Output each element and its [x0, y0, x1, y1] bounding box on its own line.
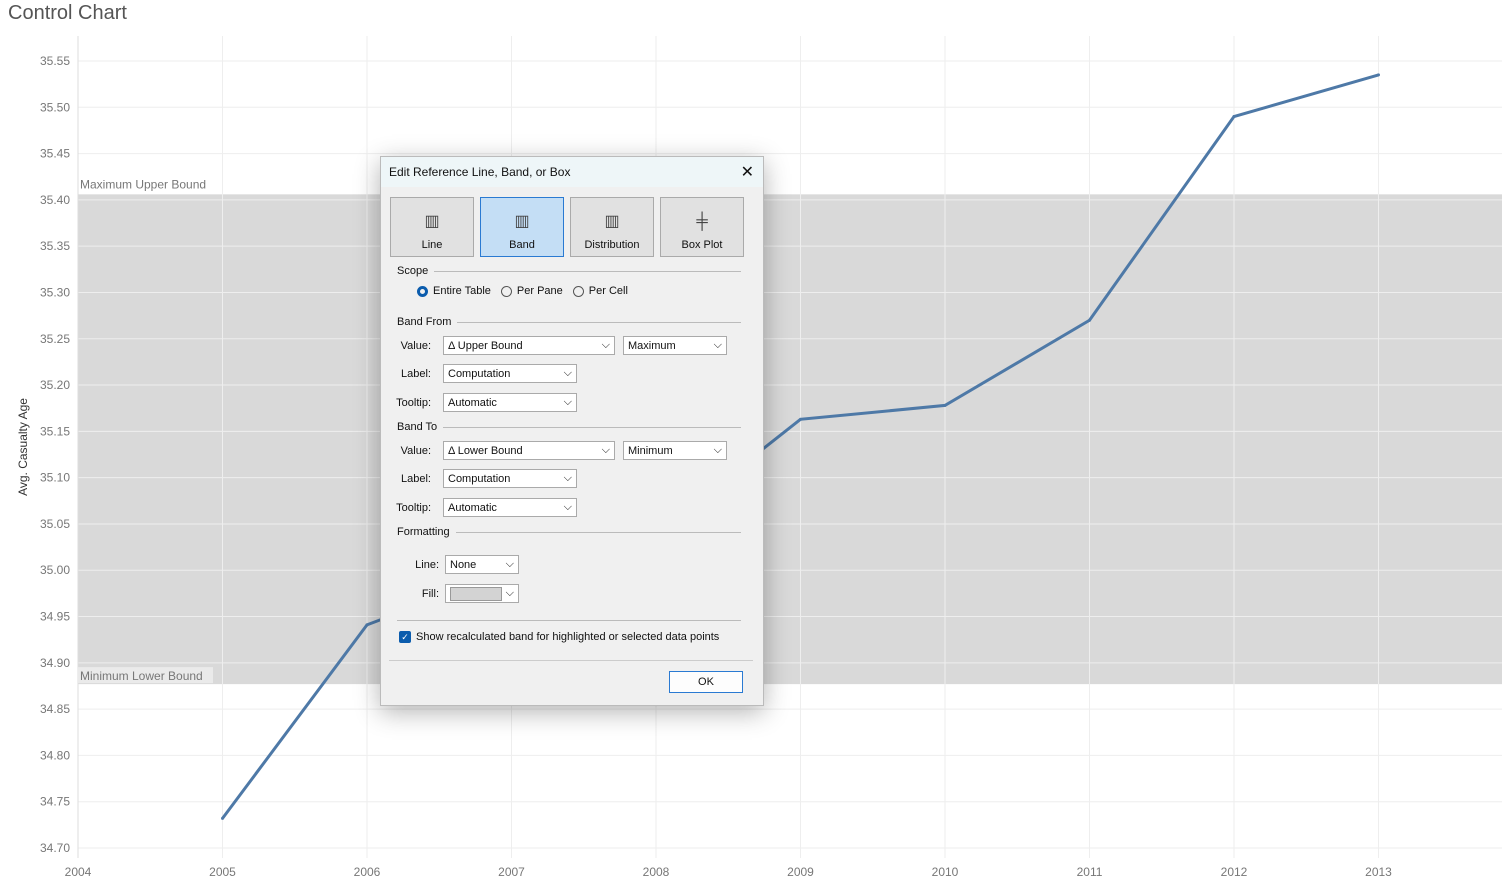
radio-label: Per Cell [588, 285, 628, 297]
recalc-checkbox[interactable]: ✓ Show recalculated band for highlighted … [399, 631, 719, 643]
from-tooltip-select[interactable]: Automatic ⌵ [443, 393, 577, 412]
label-label: Label: [401, 367, 431, 380]
fill-label: Fill: [421, 587, 439, 600]
type-label: Band [509, 239, 535, 251]
x-tick-label: 2010 [932, 865, 959, 879]
band-lower-label: Minimum Lower Bound [80, 669, 203, 683]
data-point [365, 623, 369, 627]
y-tick-label: 34.70 [40, 841, 70, 855]
radio-label: Per Pane [516, 285, 563, 297]
from-value: Upper Bound [457, 339, 523, 352]
data-point [221, 816, 224, 820]
band-icon: ▥ [514, 213, 530, 230]
tooltip-label: Tooltip: [396, 501, 431, 514]
boxplot-icon: ╪ [696, 213, 708, 230]
x-tick-label: 2004 [65, 865, 92, 879]
checkbox-label: Show recalculated band for highlighted o… [416, 631, 720, 643]
y-tick-label: 35.15 [40, 424, 70, 438]
from-tooltip: Automatic [448, 396, 497, 409]
to-agg: Minimum [628, 444, 673, 457]
line-value: None [450, 558, 477, 571]
type-boxplot-button[interactable]: ╪ Box Plot [660, 197, 744, 257]
x-tick-label: 2012 [1221, 865, 1248, 879]
to-aggregation-select[interactable]: Minimum ⌵ [623, 441, 727, 460]
scope-per-cell[interactable]: Per Cell [572, 285, 628, 297]
type-label: Distribution [584, 239, 640, 251]
type-line-button[interactable]: ▥ Line [390, 197, 474, 257]
line-style-select[interactable]: None ⌵ [445, 555, 519, 574]
type-distribution-button[interactable]: ▥ Distribution [570, 197, 654, 257]
scope-section: Scope [397, 265, 741, 277]
to-tooltip-select[interactable]: Automatic ⌵ [443, 498, 577, 517]
scope-entire-table[interactable]: Entire Table [417, 285, 491, 297]
band-from-label: Band From [397, 316, 452, 328]
ok-button[interactable]: OK [669, 671, 743, 693]
y-tick-label: 35.25 [40, 332, 70, 346]
y-tick-label: 34.75 [40, 795, 70, 809]
y-tick-label: 35.30 [40, 285, 70, 299]
data-point [1377, 73, 1380, 77]
y-tick-label: 35.10 [40, 471, 70, 485]
from-value-select[interactable]: Δ Upper Bound ⌵ [443, 336, 615, 355]
value-label: Value: [400, 339, 431, 352]
value-label: Value: [400, 444, 431, 457]
distribution-icon: ▥ [604, 213, 620, 230]
from-agg: Maximum [628, 339, 676, 352]
x-tick-label: 2008 [643, 865, 670, 879]
edit-reference-dialog: Edit Reference Line, Band, or Box ✕ ▥ Lin… [380, 156, 764, 706]
x-tick-label: 2011 [1077, 865, 1103, 879]
x-tick-label: 2007 [498, 865, 525, 879]
data-point [943, 403, 947, 407]
tooltip-label: Tooltip: [396, 396, 431, 409]
y-tick-label: 35.40 [40, 193, 70, 207]
formatting-label: Formatting [397, 526, 450, 538]
type-label: Box Plot [681, 239, 723, 251]
to-tooltip: Automatic [448, 501, 497, 514]
to-label-select[interactable]: Computation ⌵ [443, 469, 577, 488]
x-tick-label: 2005 [209, 865, 236, 879]
y-tick-label: 34.95 [40, 610, 70, 624]
dialog-title: Edit Reference Line, Band, or Box [381, 157, 763, 187]
x-tick-label: 2013 [1365, 865, 1392, 879]
label-label: Label: [401, 472, 431, 485]
type-band-button[interactable]: ▥ Band [480, 197, 564, 257]
y-tick-label: 35.45 [40, 147, 70, 161]
y-tick-label: 34.85 [40, 702, 70, 716]
from-aggregation-select[interactable]: Maximum ⌵ [623, 336, 727, 355]
scope-per-pane[interactable]: Per Pane [500, 285, 563, 297]
check-icon: ✓ [399, 631, 411, 643]
type-label: Line [421, 239, 443, 251]
close-icon[interactable]: ✕ [741, 162, 754, 182]
band-upper-label: Maximum Upper Bound [80, 177, 206, 191]
line-icon: ▥ [424, 213, 440, 230]
y-tick-label: 34.90 [40, 656, 70, 670]
y-tick-label: 34.80 [40, 748, 70, 762]
fill-color-select[interactable]: ⌵ [445, 584, 519, 603]
y-tick-label: 35.05 [40, 517, 70, 531]
to-value: Lower Bound [457, 444, 523, 457]
to-value-select[interactable]: Δ Lower Bound ⌵ [443, 441, 615, 460]
y-tick-label: 35.35 [40, 239, 70, 253]
y-tick-label: 35.20 [40, 378, 70, 392]
y-tick-label: 35.00 [40, 563, 70, 577]
y-axis-title: Avg. Casualty Age [16, 398, 30, 496]
scope-label: Scope [397, 265, 429, 277]
x-tick-label: 2006 [354, 865, 381, 879]
fill-swatch [450, 586, 502, 601]
y-tick-label: 35.55 [40, 54, 70, 68]
data-point [1088, 318, 1091, 322]
from-label: Computation [448, 367, 511, 380]
to-label: Computation [448, 472, 511, 485]
band-to-label: Band To [397, 421, 438, 433]
line-label: Line: [415, 558, 439, 571]
radio-label: Entire Table [433, 285, 491, 297]
y-tick-label: 35.50 [40, 100, 70, 114]
reference-band [78, 194, 1502, 685]
data-point [1232, 115, 1236, 119]
data-point [799, 417, 802, 421]
x-tick-label: 2009 [787, 865, 814, 879]
from-label-select[interactable]: Computation ⌵ [443, 364, 577, 383]
